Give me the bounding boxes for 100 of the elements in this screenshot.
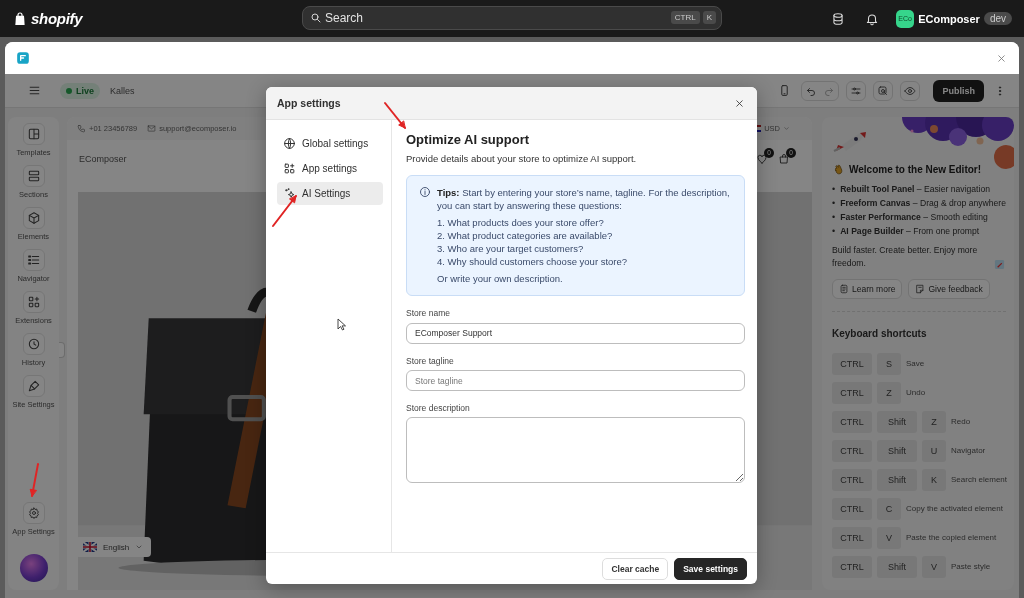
key-cap: CTRL (832, 352, 872, 375)
shortcut-action: Search element (951, 474, 1008, 485)
layout-icon (26, 127, 41, 141)
bullet: • (832, 183, 836, 196)
field-label: Store description (406, 403, 471, 413)
feature-item: Rebuilt Tool Panel – Easier navigation (840, 183, 990, 196)
list-icon (26, 253, 41, 267)
shortcut-key: CTRL (670, 11, 700, 24)
shortcut-action: Redo (951, 416, 971, 427)
close-button[interactable] (996, 52, 1007, 64)
shortcut-action: Undo (906, 387, 926, 398)
publish-button[interactable]: Publish (933, 79, 984, 102)
stack-icon (831, 11, 846, 26)
bullet: • (832, 197, 836, 210)
text-field[interactable]: EComposer Support (406, 322, 745, 344)
app-logo-icon (16, 51, 30, 65)
key-cap: Z (877, 381, 901, 404)
orb-icon[interactable] (19, 554, 48, 582)
mouse-pointer-icon (337, 318, 346, 331)
store-name[interactable]: EComposer (918, 12, 980, 25)
document-icon (839, 284, 849, 294)
bag-icon (778, 152, 790, 165)
annotation-arrow (29, 463, 39, 497)
live-badge: Live (60, 82, 100, 99)
annotation-arrow (384, 102, 406, 129)
ai-search-button[interactable] (873, 80, 894, 101)
field-label: Store tagline (406, 355, 455, 366)
brand-name: shopify (31, 10, 83, 27)
feature-item: Freeform Canvas – Drag & drop anywhere (840, 197, 1006, 210)
learn-more-button[interactable]: Learn more (832, 279, 903, 299)
text-area[interactable] (406, 417, 745, 483)
key-cap: CTRL (832, 497, 872, 520)
key-cap: U (922, 439, 946, 462)
key-cap: K (922, 468, 946, 491)
key-cap: CTRL (832, 526, 872, 549)
shortcut-action: Paste style (951, 561, 991, 572)
blocks-icon (26, 295, 41, 309)
bullet: • (832, 225, 836, 238)
close-button[interactable] (734, 97, 745, 109)
menu-icon (28, 84, 41, 97)
key-cap: CTRL (832, 381, 872, 404)
bullet: • (832, 211, 836, 224)
preview-button[interactable] (900, 80, 921, 101)
dev-badge: dev (983, 12, 1012, 25)
blocks-icon (283, 162, 296, 175)
search-icon (310, 12, 322, 24)
chevron-down-icon (783, 125, 790, 132)
annotation-arrow (272, 195, 297, 227)
welcome-title: Welcome to the New Editor! (849, 164, 982, 175)
mail-icon (147, 124, 157, 133)
globe-icon (283, 137, 296, 150)
phone-call-icon (77, 124, 86, 133)
field-label: Store name (406, 308, 451, 318)
flag-icon (83, 542, 97, 552)
section-title: Keyboard shortcuts (832, 328, 928, 339)
sparkle-icon (283, 187, 296, 200)
shopping-bag-icon (12, 9, 28, 28)
key-cap: V (922, 555, 946, 578)
sliders-icon (850, 84, 863, 97)
key-cap: Shift (877, 439, 917, 462)
chevron-down-icon (135, 543, 144, 551)
tips-closing: Or write your own description. (437, 272, 564, 285)
key-cap: V (877, 526, 901, 549)
tips-text: Tips: Start by entering your store’s name, tagline. For the description, you can start by answering these questions: (437, 186, 731, 212)
feature-item: Faster Performance – Smooth editing (840, 211, 988, 224)
collapse-handle[interactable] (59, 342, 65, 358)
key-cap: CTRL (832, 468, 872, 491)
settings-nav-item[interactable]: App settings (277, 157, 383, 180)
shortcut-action: Copy the activated element (906, 503, 1003, 514)
info-icon (419, 186, 431, 198)
settings-sliders-button[interactable] (846, 80, 867, 101)
cube-icon (26, 211, 41, 225)
key-cap: C (877, 497, 901, 520)
settings-nav-item[interactable]: Global settings (277, 132, 383, 155)
dialog-title: App settings (277, 97, 341, 109)
bell-icon (865, 11, 880, 26)
store-label: Kalles (110, 85, 135, 96)
key-cap: CTRL (832, 410, 872, 433)
text-field[interactable]: Store tagline (406, 370, 745, 391)
shortcut-action: Navigator (951, 445, 986, 456)
shortcut-action: Save (906, 358, 925, 369)
site-title: EComposer (79, 153, 127, 164)
tips-question: 1. What products does your store offer? (437, 216, 605, 229)
welcome-tagline: Build faster. Create better. Enjoy more freedom. (832, 244, 979, 270)
tips-question: 2. What product categories are available? (437, 229, 614, 242)
brush-icon (26, 379, 41, 393)
section-heading: Optimize AI support (406, 132, 531, 147)
section-description: Provide details about your store to optimize AI support. (406, 153, 638, 164)
feature-item: AI Page Builder – From one prompt (840, 225, 980, 238)
search-icon (877, 84, 890, 97)
language-select[interactable]: English (75, 537, 152, 557)
tips-question: 4. Why should customers choose your store? (437, 255, 629, 268)
settings-nav-item[interactable]: AI Settings (277, 182, 383, 205)
key-cap: Shift (877, 555, 917, 578)
key-cap: CTRL (832, 439, 872, 462)
save-button[interactable]: Save settings (674, 557, 747, 580)
clear-cache-button[interactable]: Clear cache (602, 557, 669, 580)
key-cap: CTRL (832, 555, 872, 578)
feedback-button[interactable]: Give feedback (908, 279, 990, 299)
eye-icon (904, 84, 917, 97)
